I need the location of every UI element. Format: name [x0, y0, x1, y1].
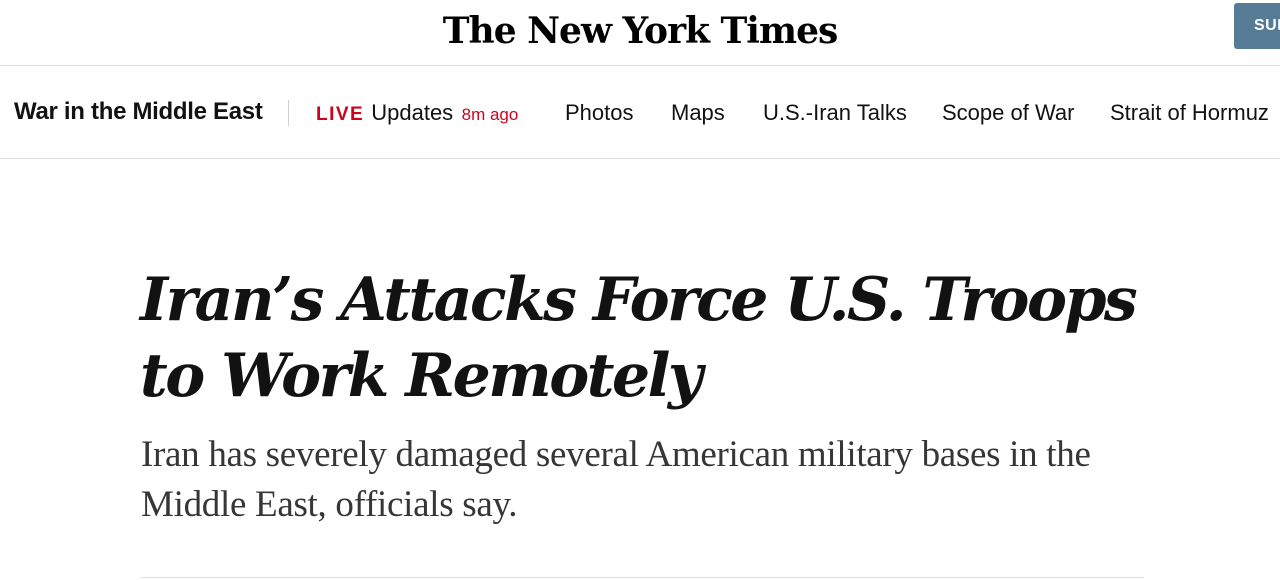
live-updates-link[interactable]: LIVE Updates 8m ago	[316, 100, 518, 126]
nav-link-photos[interactable]: Photos	[565, 100, 634, 126]
subscribe-button[interactable]: SUBSCRIBE	[1234, 3, 1280, 49]
live-timestamp: 8m ago	[461, 105, 519, 124]
article-headline: Iran’s Attacks Force U.S. Troops to Work…	[140, 265, 1138, 411]
nav-link-strait-of-hormuz[interactable]: Strait of Hormuz	[1110, 100, 1269, 126]
section-title-link[interactable]: War in the Middle East	[14, 98, 263, 126]
masthead: The New York Times SUBSCRIBE	[0, 0, 1280, 66]
article-divider	[141, 577, 1144, 578]
article-summary: Iran has severely damaged several Americ…	[141, 434, 1091, 525]
nyt-logo[interactable]: The New York Times	[0, 6, 1280, 56]
nav-link-maps[interactable]: Maps	[671, 100, 725, 126]
nav-link-scope-of-war[interactable]: Scope of War	[942, 100, 1074, 126]
live-badge: LIVE	[316, 104, 365, 125]
nav-divider	[288, 100, 289, 126]
live-updates-label: Updates	[371, 100, 454, 125]
nav-link-us-iran-talks[interactable]: U.S.-Iran Talks	[763, 100, 907, 126]
section-nav: War in the Middle East LIVE Updates 8m ag…	[0, 67, 1280, 159]
